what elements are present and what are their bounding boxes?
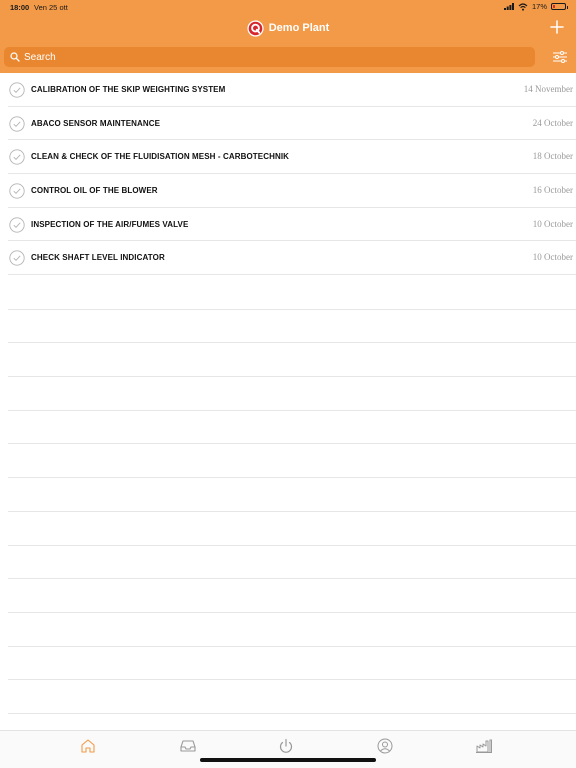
app-logo-icon	[247, 19, 264, 37]
task-date: 10 October	[532, 218, 573, 229]
task-date: 14 November	[523, 84, 573, 94]
list-item[interactable]: CHECK SHAFT LEVEL INDICATOR 10 October	[8, 241, 576, 276]
checkmark-icon[interactable]	[9, 82, 25, 98]
filter-icon[interactable]	[551, 48, 569, 66]
search-icon	[10, 52, 20, 62]
plant-icon[interactable]	[475, 737, 493, 755]
status-bar: 18:00 Ven 25 ott 17%	[0, 0, 576, 14]
list-item[interactable]: CLEAN & CHECK OF THE FLUIDISATION MESH -…	[8, 140, 576, 175]
inbox-icon[interactable]	[179, 737, 197, 755]
list-item[interactable]: CONTROL OIL OF THE BLOWER 16 October	[8, 174, 576, 208]
checkmark-icon[interactable]	[9, 116, 25, 132]
divider	[8, 276, 576, 310]
divider	[8, 343, 576, 378]
checkmark-icon[interactable]	[9, 183, 25, 199]
divider	[8, 579, 576, 613]
status-date: Ven 25 ott	[34, 3, 68, 12]
divider	[8, 680, 576, 714]
task-date: 16 October	[532, 185, 573, 196]
checkmark-icon[interactable]	[9, 149, 25, 166]
tab-bar	[0, 730, 576, 768]
status-time: 18:00	[10, 3, 30, 12]
page-title: Demo Plant	[268, 22, 330, 34]
list-item[interactable]: INSPECTION OF THE AIR/FUMES VALVE 10 Oct…	[8, 208, 576, 242]
signal-icon	[503, 3, 514, 10]
search-input[interactable]: Search	[4, 47, 535, 67]
task-date: 24 October	[532, 117, 573, 128]
battery-percentage: 17%	[531, 2, 547, 11]
divider	[8, 512, 576, 546]
home-icon[interactable]	[79, 737, 97, 755]
checkmark-icon[interactable]	[9, 217, 25, 233]
task-list: CALIBRATION OF THE SKIP WEIGHTING SYSTEM…	[0, 73, 576, 276]
divider	[8, 647, 576, 681]
divider	[8, 613, 576, 647]
checkmark-icon[interactable]	[9, 250, 25, 267]
divider	[8, 377, 576, 411]
search-placeholder: Search	[24, 51, 56, 63]
wifi-icon	[518, 2, 528, 11]
divider	[8, 444, 576, 479]
task-title: CONTROL OIL OF THE BLOWER	[31, 186, 158, 196]
add-icon[interactable]	[548, 18, 566, 36]
title-row: Demo Plant	[0, 16, 576, 40]
battery-icon	[551, 3, 568, 10]
task-title: CHECK SHAFT LEVEL INDICATOR	[31, 253, 165, 263]
task-title: INSPECTION OF THE AIR/FUMES VALVE	[31, 219, 189, 229]
task-title: CALIBRATION OF THE SKIP WEIGHTING SYSTEM	[31, 85, 226, 94]
task-title: ABACO SENSOR MAINTENANCE	[31, 118, 161, 128]
task-date: 10 October	[532, 252, 573, 263]
divider	[8, 411, 576, 445]
status-indicators: 17%	[503, 2, 568, 11]
battery-fill	[553, 5, 556, 8]
task-date: 18 October	[532, 151, 573, 162]
divider	[8, 310, 576, 344]
divider	[8, 546, 576, 580]
home-indicator	[200, 758, 376, 762]
task-title: CLEAN & CHECK OF THE FLUIDISATION MESH -…	[31, 152, 290, 162]
empty-list-area	[8, 276, 576, 714]
list-item[interactable]: CALIBRATION OF THE SKIP WEIGHTING SYSTEM…	[8, 73, 576, 107]
list-item[interactable]: ABACO SENSOR MAINTENANCE 24 October	[8, 107, 576, 141]
divider	[8, 478, 576, 512]
user-icon[interactable]	[376, 737, 394, 755]
power-icon[interactable]	[277, 737, 295, 755]
app-header: 18:00 Ven 25 ott 17% Demo Plant Search	[0, 0, 576, 73]
